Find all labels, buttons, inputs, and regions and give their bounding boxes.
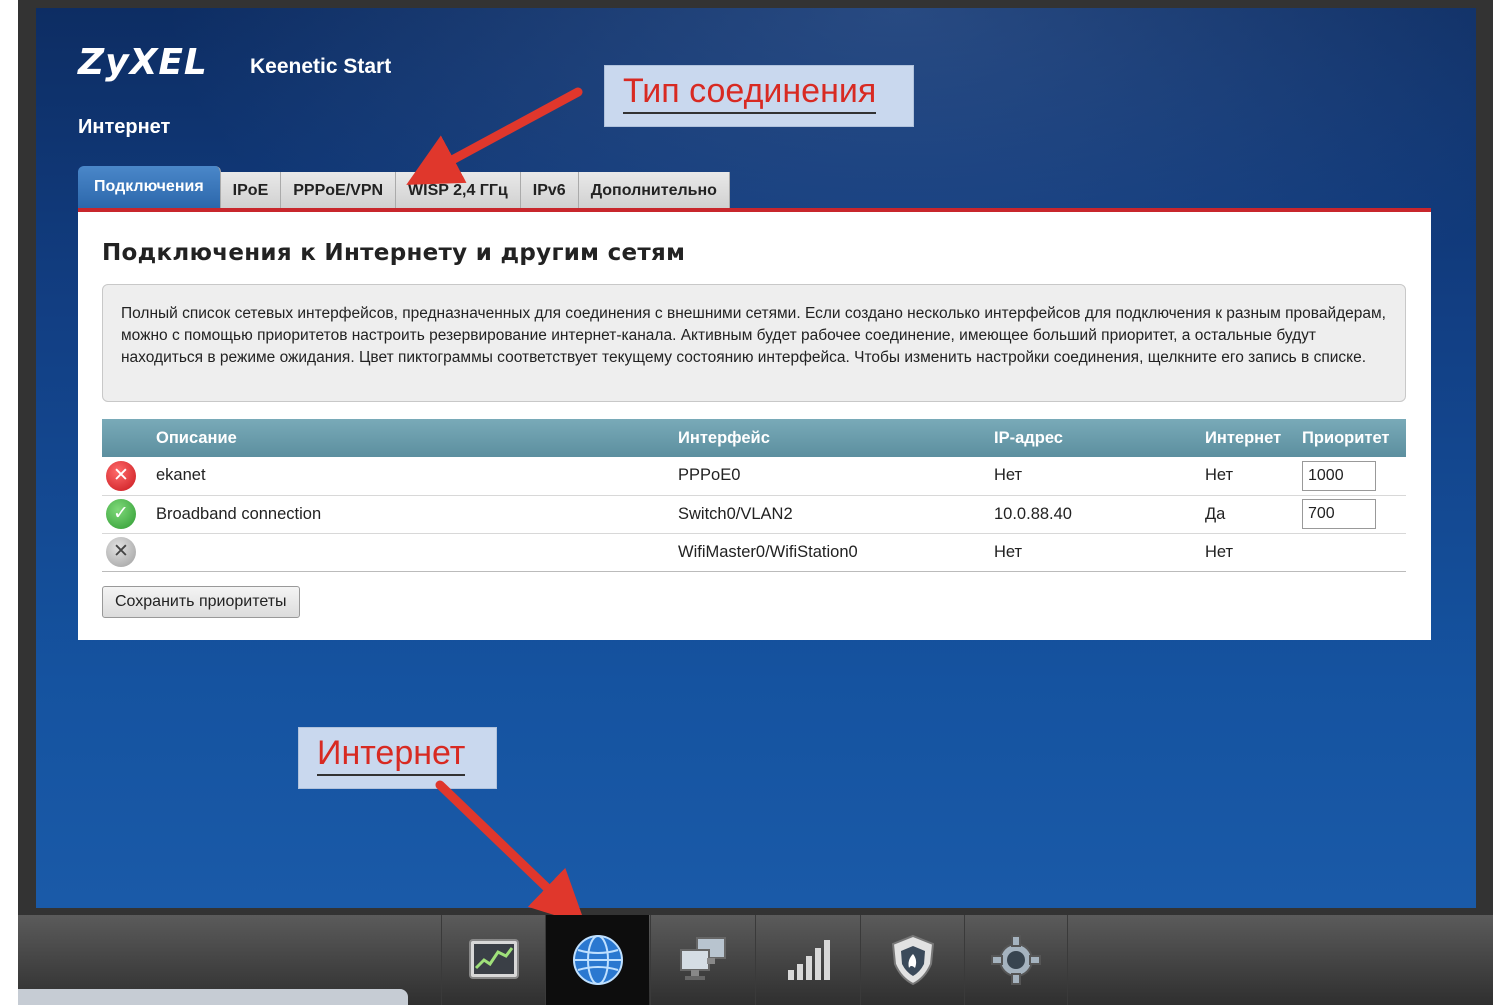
page-title: Интернет bbox=[78, 116, 171, 138]
connections-table: Описание Интерфейс IP-адрес Интернет При… bbox=[102, 419, 1406, 572]
table-row[interactable]: ✕ WifiMaster0/WifiStation0 Нет Нет bbox=[102, 533, 1406, 571]
column-header-interface: Интерфейс bbox=[678, 428, 770, 447]
row-interface: PPPoE0 bbox=[678, 466, 741, 485]
save-priorities-button[interactable]: Сохранить приоритеты bbox=[102, 586, 300, 618]
annotation-connection-type: Тип соединения bbox=[604, 65, 914, 127]
dock-monitor-button[interactable] bbox=[441, 915, 545, 1005]
status-bar bbox=[18, 989, 408, 1005]
disabled-status-icon: ✕ bbox=[106, 537, 136, 567]
bottom-dock bbox=[18, 915, 1493, 1005]
ok-status-icon: ✓ bbox=[106, 499, 136, 529]
row-ip: Нет bbox=[994, 542, 1023, 561]
content-panel: Подключения к Интернету и другим сетям П… bbox=[78, 212, 1431, 640]
table-row[interactable]: ✕ ekanet PPPoE0 Нет Нет bbox=[102, 457, 1406, 495]
dock-home-network-button[interactable] bbox=[650, 915, 754, 1005]
error-status-icon: ✕ bbox=[106, 460, 136, 491]
gear-icon bbox=[991, 935, 1041, 985]
row-description: ekanet bbox=[156, 466, 206, 485]
row-description: Broadband connection bbox=[156, 504, 322, 523]
dock-internet-button[interactable] bbox=[545, 915, 649, 1005]
column-header-description: Описание bbox=[156, 428, 237, 447]
row-internet: Нет bbox=[1205, 542, 1234, 561]
tab-ipv6[interactable]: IPv6 bbox=[520, 172, 579, 210]
tab-wisp[interactable]: WISP 2,4 ГГц bbox=[396, 172, 521, 210]
annotation-internet: Интернет bbox=[298, 727, 497, 789]
column-header-priority: Приоритет bbox=[1302, 428, 1390, 447]
row-ip: 10.0.88.40 bbox=[994, 504, 1072, 523]
priority-input[interactable] bbox=[1302, 460, 1376, 491]
tab-bar: Подключения IPoE PPPoE/VPN WISP 2,4 ГГц … bbox=[78, 166, 730, 210]
tab-advanced[interactable]: Дополнительно bbox=[578, 172, 730, 210]
status-column-header bbox=[102, 419, 148, 457]
column-header-ip: IP-адрес bbox=[994, 428, 1063, 447]
table-row[interactable]: ✓ Broadband connection Switch0/VLAN2 10.… bbox=[102, 495, 1406, 533]
globe-icon bbox=[572, 935, 623, 985]
dock-security-button[interactable] bbox=[860, 915, 964, 1005]
row-priority-empty bbox=[1294, 533, 1406, 571]
panel-title: Подключения к Интернету и другим сетям bbox=[102, 240, 686, 266]
tab-pppoe-vpn[interactable]: PPPoE/VPN bbox=[281, 172, 397, 210]
table-header-row: Описание Интерфейс IP-адрес Интернет При… bbox=[102, 419, 1406, 457]
dock-wifi-button[interactable] bbox=[755, 915, 859, 1005]
zyxel-logo: ZyXEL bbox=[78, 42, 208, 83]
signal-bars-icon bbox=[787, 940, 830, 980]
row-ip: Нет bbox=[994, 466, 1023, 485]
device-model: Keenetic Start bbox=[250, 55, 392, 78]
row-interface: WifiMaster0/WifiStation0 bbox=[678, 542, 858, 561]
row-internet: Да bbox=[1205, 504, 1226, 523]
chart-icon bbox=[468, 939, 519, 979]
info-box: Полный список сетевых интерфейсов, предн… bbox=[102, 284, 1406, 402]
column-header-internet: Интернет bbox=[1205, 428, 1282, 447]
priority-input[interactable] bbox=[1302, 499, 1376, 529]
tab-connections[interactable]: Подключения bbox=[78, 166, 221, 210]
dock-settings-button[interactable] bbox=[964, 915, 1068, 1005]
firewall-shield-icon bbox=[891, 934, 934, 986]
row-interface: Switch0/VLAN2 bbox=[678, 504, 793, 523]
row-description bbox=[148, 533, 670, 571]
tab-ipoe[interactable]: IPoE bbox=[220, 172, 282, 210]
network-computers-icon bbox=[679, 937, 726, 980]
row-internet: Нет bbox=[1205, 466, 1234, 485]
